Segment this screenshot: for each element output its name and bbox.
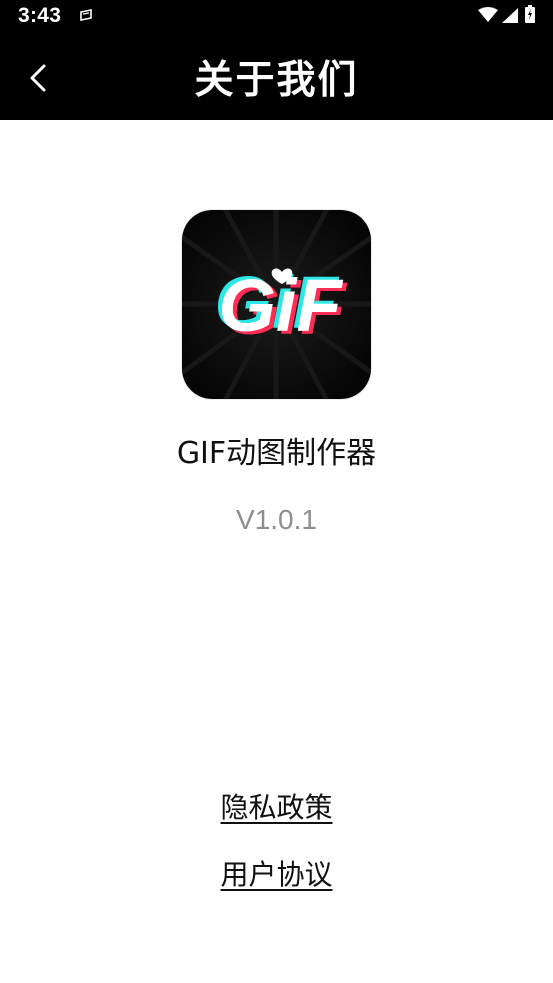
- user-agreement-link[interactable]: 用户协议: [220, 858, 332, 891]
- battery-icon: [525, 5, 535, 23]
- wifi-icon: [478, 7, 498, 22]
- notification-icon: [80, 9, 92, 21]
- app-name: GIF动图制作器: [176, 436, 377, 471]
- user-agreement-row: 用户协议: [0, 855, 553, 895]
- privacy-policy-row: 隐私政策: [0, 788, 553, 828]
- app-bar: 关于我们: [0, 34, 553, 120]
- signal-icon: [502, 8, 518, 23]
- status-time: 3:43: [18, 4, 62, 27]
- page-title: 关于我们: [194, 58, 359, 103]
- app-version: V1.0.1: [236, 504, 317, 535]
- privacy-policy-link[interactable]: 隐私政策: [220, 791, 332, 824]
- status-bar: 3:43: [0, 0, 553, 34]
- app-logo: GiF GiF GiF: [182, 210, 371, 399]
